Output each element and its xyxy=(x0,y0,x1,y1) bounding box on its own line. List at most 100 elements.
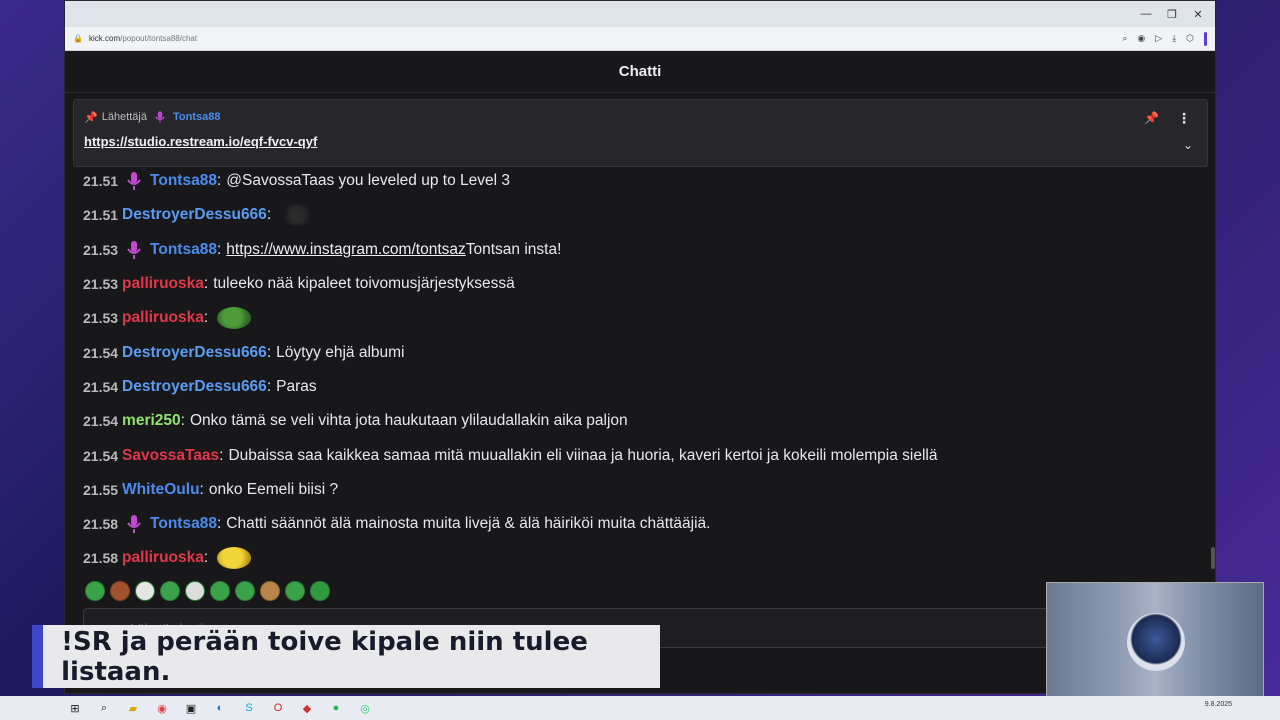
minimize-button[interactable]: — xyxy=(1135,4,1157,24)
profile-indicator[interactable] xyxy=(1204,31,1207,46)
moderator-mic-icon xyxy=(127,172,141,191)
pinned-user[interactable]: Tontsa88 xyxy=(173,111,220,123)
message-link[interactable]: https://www.instagram.com/tontsaz xyxy=(226,241,465,259)
chat-message: 21.55 WhiteOulu: onko Eemeli biisi ? xyxy=(83,480,339,499)
taskbar: ⊞ ⌕ ▰ ◉ ▣ ◐ S O ◆ ● ◎ 9.8.2025 xyxy=(0,696,1280,720)
browser-window: — ❐ ✕ 🔒 kick.com/popout/tontsa88/chat ⌕ … xyxy=(64,0,1216,694)
emote-4[interactable] xyxy=(160,581,180,601)
chat-message: 21.53 palliruoska: xyxy=(83,301,1203,335)
app-icon[interactable]: ▣ xyxy=(184,701,198,715)
emote-10[interactable] xyxy=(310,581,330,601)
taskbar-clock[interactable]: 9.8.2025 xyxy=(1205,701,1232,709)
chevron-down-icon[interactable]: ⌄ xyxy=(1183,138,1193,152)
send-icon[interactable]: ▷ xyxy=(1155,33,1162,44)
emote-6[interactable] xyxy=(210,581,230,601)
opera-icon[interactable]: O xyxy=(271,701,285,715)
url-text[interactable]: kick.com/popout/tontsa88/chat xyxy=(89,34,1122,43)
chat-message: 21.58 Tontsa88: Chatti säännöt älä mainost… xyxy=(83,515,711,534)
message-time: 21.54 xyxy=(83,413,119,430)
chat-message: 21.54 meri250: Onko tämä se veli vihta jot… xyxy=(83,412,628,430)
more-options-icon[interactable]: ⋮ xyxy=(1177,110,1191,127)
chat-message-list: 21.51 Tontsa88: @SavossaTaas you leveled u… xyxy=(83,164,1203,576)
message-username[interactable]: palliruoska xyxy=(122,275,204,293)
download-icon[interactable]: ⤓ xyxy=(1172,33,1176,44)
message-text: Chatti säännöt älä mainosta muita livejä… xyxy=(226,515,711,533)
emote-image[interactable] xyxy=(280,204,315,227)
message-time: 21.51 xyxy=(83,173,119,190)
chat-message: 21.54 DestroyerDessu666: Paras xyxy=(83,377,317,396)
overlay-banner: !SR ja perään toive kipale niin tulee li… xyxy=(32,625,660,688)
chat-message: 21.53 palliruoska: tuleeko nää kipaleet to… xyxy=(83,275,515,293)
message-text: @SavossaTaas you leveled up to Level 3 xyxy=(226,172,510,190)
message-username[interactable]: DestroyerDessu666 xyxy=(122,344,267,362)
windows-start-icon[interactable]: ⊞ xyxy=(68,701,82,715)
chrome-icon[interactable]: ◉ xyxy=(155,701,169,715)
message-time: 21.54 xyxy=(83,378,119,395)
banner-text: !SR ja perään toive kipale niin tulee li… xyxy=(61,626,588,687)
spotify-icon[interactable]: ● xyxy=(329,701,343,715)
message-username[interactable]: Tontsa88 xyxy=(150,172,217,190)
message-text: tuleeko nää kipaleet toivomusjärjestykse… xyxy=(213,275,515,293)
message-time: 21.53 xyxy=(83,276,119,293)
emote-7[interactable] xyxy=(235,581,255,601)
chat-message: 21.58 palliruoska: xyxy=(83,541,1203,575)
moderator-mic-icon xyxy=(127,515,141,534)
message-time: 21.55 xyxy=(83,481,119,498)
message-username[interactable]: Tontsa88 xyxy=(150,515,217,533)
scrollbar[interactable] xyxy=(1211,547,1215,569)
message-username[interactable]: SavossaTaas xyxy=(122,447,219,465)
window-titlebar: — ❐ ✕ xyxy=(65,1,1215,27)
app-red-icon[interactable]: ◆ xyxy=(300,701,314,715)
message-text: Tontsan insta! xyxy=(465,240,562,258)
message-username[interactable]: DestroyerDessu666 xyxy=(122,378,267,396)
media-icon[interactable]: ◉ xyxy=(1137,33,1145,44)
extensions-icon[interactable]: ⬡ xyxy=(1186,33,1194,44)
emote-image[interactable] xyxy=(217,547,252,570)
unpin-icon[interactable]: 📌 xyxy=(1144,111,1159,125)
pinned-message[interactable]: 📌 Lähettäjä Tontsa88 https://studio.rest… xyxy=(73,99,1208,167)
message-time: 21.54 xyxy=(83,447,119,464)
message-text: Paras xyxy=(276,377,317,395)
address-bar[interactable]: 🔒 kick.com/popout/tontsa88/chat ⌕ ◉ ▷ ⤓ … xyxy=(65,27,1215,51)
message-time: 21.58 xyxy=(83,516,119,533)
edge-icon[interactable]: ◐ xyxy=(213,701,227,715)
webcam-overlay xyxy=(1046,582,1264,704)
message-text: Löytyy ehjä albumi xyxy=(276,343,405,361)
message-username[interactable]: palliruoska xyxy=(122,549,204,567)
maximize-button[interactable]: ❐ xyxy=(1161,4,1183,24)
chat-header: Chatti xyxy=(65,51,1215,93)
message-text: onko Eemeli biisi ? xyxy=(208,480,339,498)
message-username[interactable]: palliruoska xyxy=(122,309,204,327)
zoom-icon[interactable]: ⌕ xyxy=(1122,33,1127,44)
chat-message: 21.54 SavossaTaas: Dubaissa saa kaikkea sa… xyxy=(83,446,938,465)
message-username[interactable]: WhiteOulu xyxy=(122,481,200,499)
message-time: 21.51 xyxy=(83,207,119,224)
file-explorer-icon[interactable]: ▰ xyxy=(126,701,140,715)
emote-8[interactable] xyxy=(260,581,280,601)
emote-1[interactable] xyxy=(85,581,105,601)
message-text: Onko tämä se veli vihta jota haukutaan y… xyxy=(189,412,628,430)
close-button[interactable]: ✕ xyxy=(1187,4,1209,24)
chat-message: 21.51 Tontsa88: @SavossaTaas you leveled u… xyxy=(83,172,510,191)
emote-3[interactable] xyxy=(135,581,155,601)
message-time: 21.54 xyxy=(83,344,119,361)
message-time: 21.53 xyxy=(83,241,119,258)
skype-icon[interactable]: S xyxy=(242,701,256,715)
message-username[interactable]: Tontsa88 xyxy=(150,241,217,259)
message-username[interactable]: meri250 xyxy=(122,412,181,430)
pinned-label: Lähettäjä xyxy=(101,111,147,123)
message-text: Dubaissa saa kaikkea samaa mitä muuallak… xyxy=(228,446,938,464)
emote-5[interactable] xyxy=(185,581,205,601)
emote-image[interactable] xyxy=(217,307,252,330)
streamer-avatar xyxy=(1127,613,1185,671)
whatsapp-icon[interactable]: ◎ xyxy=(358,701,372,715)
search-icon[interactable]: ⌕ xyxy=(97,701,111,715)
emote-2[interactable] xyxy=(110,581,130,601)
chat-message: 21.54 DestroyerDessu666: Löytyy ehjä album… xyxy=(83,343,405,362)
chat-title: Chatti xyxy=(618,63,662,80)
message-username[interactable]: DestroyerDessu666 xyxy=(122,206,267,224)
emote-9[interactable] xyxy=(285,581,305,601)
pinned-link[interactable]: https://studio.restream.io/eqf-fvcv-qyf xyxy=(84,134,317,149)
message-time: 21.53 xyxy=(83,310,119,327)
pin-icon: 📌 xyxy=(84,111,98,124)
